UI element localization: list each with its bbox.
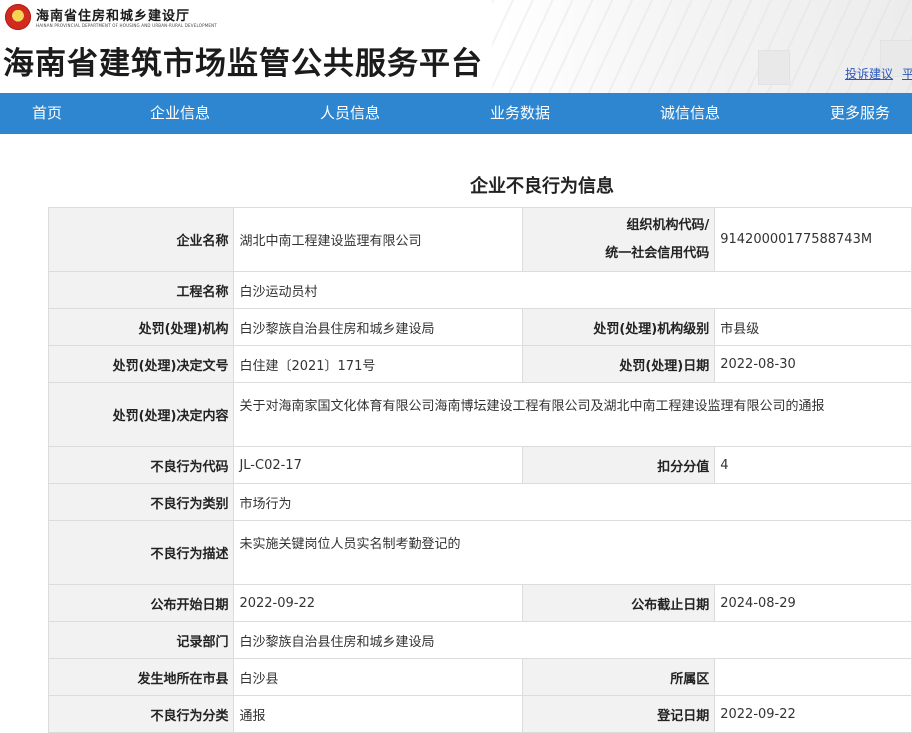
record-dept-value: 白沙黎族自治县住房和城乡建设局	[233, 621, 912, 659]
deduction-value: 4	[714, 446, 912, 484]
nav-enterprise-info[interactable]: 企业信息	[150, 93, 210, 134]
project-name-value: 白沙运动员村	[233, 271, 912, 309]
bad-behavior-detail-table: 企业名称 湖北中南工程建设监理有限公司 组织机构代码/ 统一社会信用代码 914…	[47, 207, 912, 733]
behavior-desc-value: 未实施关键岗位人员实名制考勤登记的	[233, 520, 912, 585]
penalty-level-value: 市县级	[714, 308, 912, 346]
table-row: 不良行为类别 市场行为	[47, 483, 912, 521]
behavior-desc-label: 不良行为描述	[47, 520, 235, 585]
header-link-2[interactable]: 平	[902, 65, 912, 82]
org-code-value: 91420000177588743M	[714, 207, 912, 272]
department-name-en: HAINAN PROVINCIAL DEPARTMENT OF HOUSING …	[36, 23, 217, 28]
location-value: 白沙县	[233, 658, 524, 696]
company-name-label: 企业名称	[47, 207, 235, 272]
table-row: 不良行为代码 JL-C02-17 扣分分值 4	[47, 446, 912, 484]
table-row: 处罚(处理)机构 白沙黎族自治县住房和城乡建设局 处罚(处理)机构级别 市县级	[47, 308, 912, 346]
behavior-code-label: 不良行为代码	[47, 446, 235, 484]
table-row: 企业名称 湖北中南工程建设监理有限公司 组织机构代码/ 统一社会信用代码 914…	[47, 207, 912, 272]
project-name-label: 工程名称	[47, 271, 235, 309]
penalty-org-label: 处罚(处理)机构	[47, 308, 235, 346]
penalty-date-label: 处罚(处理)日期	[522, 345, 716, 383]
location-label: 发生地所在市县	[47, 658, 235, 696]
penalty-date-value: 2022-08-30	[714, 345, 912, 383]
table-row: 公布开始日期 2022-09-22 公布截止日期 2024-08-29	[47, 584, 912, 622]
register-date-value: 2022-09-22	[714, 695, 912, 733]
behavior-type-value: 通报	[233, 695, 524, 733]
behavior-category-value: 市场行为	[233, 483, 912, 521]
site-header: 海南省住房和城乡建设厅 HAINAN PROVINCIAL DEPARTMENT…	[0, 0, 912, 93]
penalty-org-value: 白沙黎族自治县住房和城乡建设局	[233, 308, 524, 346]
register-date-label: 登记日期	[522, 695, 716, 733]
complaint-link[interactable]: 投诉建议	[845, 65, 893, 82]
decision-content-label: 处罚(处理)决定内容	[47, 382, 235, 447]
decision-no-value: 白住建〔2021〕171号	[233, 345, 524, 383]
nav-business-data[interactable]: 业务数据	[490, 93, 550, 134]
table-row: 处罚(处理)决定内容 关于对海南家国文化体育有限公司海南博坛建设工程有限公司及湖…	[47, 382, 912, 447]
org-code-label-line-1: 组织机构代码/	[626, 217, 710, 233]
decision-no-label: 处罚(处理)决定文号	[47, 345, 235, 383]
table-row: 发生地所在市县 白沙县 所属区	[47, 658, 912, 696]
company-name-value: 湖北中南工程建设监理有限公司	[233, 207, 524, 272]
publish-end-value: 2024-08-29	[714, 584, 912, 622]
nav-home[interactable]: 首页	[32, 93, 62, 134]
nav-more-services[interactable]: 更多服务	[830, 93, 890, 134]
org-code-label-line-2: 统一社会信用代码	[605, 245, 710, 261]
deduction-label: 扣分分值	[522, 446, 716, 484]
publish-end-label: 公布截止日期	[522, 584, 716, 622]
table-row: 工程名称 白沙运动员村	[47, 271, 912, 309]
nav-credit-info[interactable]: 诚信信息	[660, 93, 720, 134]
table-row: 记录部门 白沙黎族自治县住房和城乡建设局	[47, 621, 912, 659]
publish-start-value: 2022-09-22	[233, 584, 524, 622]
penalty-level-label: 处罚(处理)机构级别	[522, 308, 716, 346]
main-nav: 首页 企业信息 人员信息 业务数据 诚信信息 更多服务	[0, 93, 912, 134]
nav-personnel-info[interactable]: 人员信息	[320, 93, 380, 134]
district-label: 所属区	[522, 658, 716, 696]
publish-start-label: 公布开始日期	[47, 584, 235, 622]
record-dept-label: 记录部门	[47, 621, 235, 659]
table-row: 不良行为描述 未实施关键岗位人员实名制考勤登记的	[47, 520, 912, 585]
table-row: 处罚(处理)决定文号 白住建〔2021〕171号 处罚(处理)日期 2022-0…	[47, 345, 912, 383]
header-decoration-block	[758, 50, 790, 85]
decision-content-value: 关于对海南家国文化体育有限公司海南博坛建设工程有限公司及湖北中南工程建设监理有限…	[233, 382, 912, 447]
national-emblem-icon	[5, 4, 31, 30]
department-name: 海南省住房和城乡建设厅	[36, 9, 191, 24]
behavior-category-label: 不良行为类别	[47, 483, 235, 521]
site-title: 海南省建筑市场监管公共服务平台	[3, 46, 483, 82]
page-title: 企业不良行为信息	[470, 176, 614, 197]
table-row: 不良行为分类 通报 登记日期 2022-09-22	[47, 695, 912, 733]
behavior-type-label: 不良行为分类	[47, 695, 235, 733]
behavior-code-value: JL-C02-17	[233, 446, 524, 484]
district-value	[714, 658, 912, 696]
org-code-label: 组织机构代码/ 统一社会信用代码	[522, 207, 716, 272]
